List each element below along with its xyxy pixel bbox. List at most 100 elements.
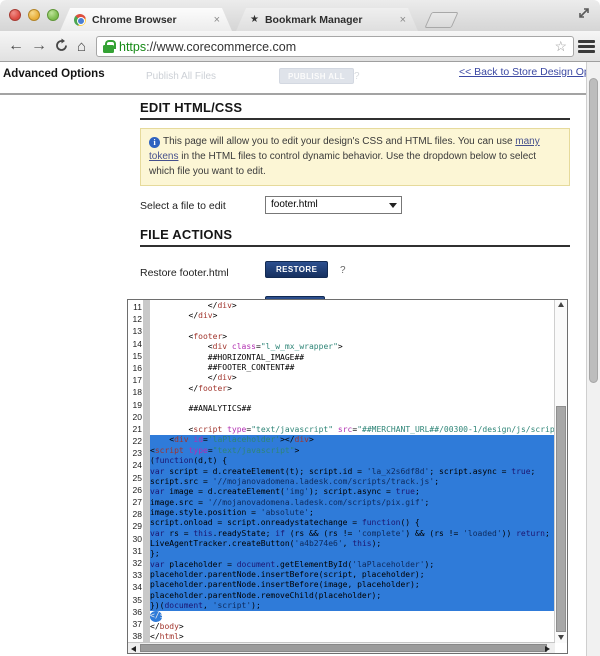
header-divider — [0, 93, 586, 95]
line-number: 34 — [128, 581, 143, 593]
restore-help-icon[interactable]: ? — [340, 265, 346, 276]
line-number: 15 — [128, 350, 143, 362]
page-scroll-thumb[interactable] — [589, 78, 598, 383]
back-icon[interactable]: ← — [8, 34, 24, 58]
editor-horizontal-scrollbar[interactable] — [128, 642, 555, 653]
line-number: 35 — [128, 594, 143, 606]
publish-all-help-icon[interactable]: ? — [354, 71, 360, 82]
forward-icon[interactable]: → — [31, 34, 47, 58]
file-select-value: footer.html — [271, 199, 318, 210]
line-number: 19 — [128, 399, 143, 411]
scroll-down-icon[interactable] — [558, 635, 564, 640]
info-box: iThis page will allow you to edit your d… — [140, 128, 570, 186]
line-number: 13 — [128, 325, 143, 337]
code-line: placeholder.parentNode.insertBefore(imag… — [150, 580, 554, 590]
code-line: ##HORIZONTAL_IMAGE## — [150, 353, 554, 363]
tab-close-icon[interactable]: × — [214, 14, 220, 26]
scroll-up-icon[interactable] — [558, 302, 564, 307]
ssl-lock-icon — [103, 40, 114, 53]
info-text: in the HTML files to control dynamic beh… — [149, 151, 536, 177]
code-line — [150, 394, 554, 404]
code-line — [150, 415, 554, 425]
code-line: var script = d.createElement(t); script.… — [150, 467, 554, 477]
code-editor[interactable]: 1112131415161718192021222324252627282930… — [127, 299, 568, 654]
code-line — [150, 322, 554, 332]
line-number: 21 — [128, 423, 143, 435]
scroll-left-icon[interactable] — [131, 646, 136, 652]
tab-bookmark-manager[interactable]: ★ Bookmark Manager × — [236, 8, 418, 31]
chrome-menu-icon[interactable] — [578, 40, 595, 53]
home-icon[interactable]: ⌂ — [77, 35, 86, 59]
code-line: LiveAgentTracker.createButton('a4b274e6'… — [150, 539, 554, 549]
restore-button[interactable]: RESTORE — [265, 261, 328, 278]
zoom-window-icon[interactable] — [47, 9, 59, 21]
tab-chrome-browser[interactable]: Chrome Browser × — [60, 8, 232, 31]
scroll-right-icon[interactable] — [545, 646, 550, 652]
code-line: ##ANALYTICS## — [150, 404, 554, 414]
browser-window: Chrome Browser × ★ Bookmark Manager × ← … — [0, 0, 600, 656]
close-window-icon[interactable] — [9, 9, 21, 21]
window-controls — [9, 9, 59, 21]
page-scrollbar[interactable] — [586, 62, 600, 656]
bookmark-this-page-icon[interactable]: ☆ — [554, 38, 567, 55]
select-file-label: Select a file to edit — [140, 200, 226, 212]
line-number: 22 — [128, 435, 143, 447]
code-line: var rs = this.readyState; if (rs && (rs … — [150, 529, 554, 539]
chevron-down-icon — [389, 203, 397, 208]
code-line: <script type="text/javascript" src="##ME… — [150, 425, 554, 435]
reload-icon[interactable] — [54, 38, 69, 53]
editor-gutter: 1112131415161718192021222324252627282930… — [128, 301, 143, 643]
page-content: Advanced Options Publish All Files PUBLI… — [0, 62, 600, 656]
chrome-logo-icon — [74, 14, 86, 26]
code-line: image.src = '//mojanovadomena.ladesk.com… — [150, 498, 554, 508]
editor-vertical-scrollbar[interactable] — [554, 300, 567, 643]
line-number: 11 — [128, 301, 143, 313]
line-number: 20 — [128, 411, 143, 423]
code-line: script.onload = script.onreadystatechang… — [150, 518, 554, 528]
titlebar: Chrome Browser × ★ Bookmark Manager × — [0, 0, 600, 31]
vertical-scroll-thumb[interactable] — [556, 406, 566, 632]
line-number: 25 — [128, 472, 143, 484]
code-line: <div id='laPlaceholder'></div> — [150, 435, 554, 445]
line-number: 38 — [128, 630, 143, 642]
line-number: 30 — [128, 533, 143, 545]
line-number: 26 — [128, 484, 143, 496]
line-number: 33 — [128, 569, 143, 581]
back-to-store-design-link[interactable]: << Back to Store Design Options — [459, 66, 600, 78]
line-number: 31 — [128, 545, 143, 557]
code-line: </div> — [150, 301, 554, 311]
editor-code[interactable]: </div> </div> <footer> <div class="l_w_m… — [150, 301, 554, 643]
file-select-dropdown[interactable]: footer.html — [265, 196, 402, 214]
code-line: <footer> — [150, 332, 554, 342]
code-line: </div> — [150, 373, 554, 383]
tab-close-icon[interactable]: × — [400, 14, 406, 26]
fullscreen-icon[interactable] — [576, 5, 592, 21]
editor-gutter-strip — [143, 300, 150, 643]
code-line: (function(d,t) { — [150, 456, 554, 466]
line-number: 24 — [128, 459, 143, 471]
address-bar[interactable]: https://www.corecommerce.com ☆ — [96, 36, 574, 57]
code-line: </body> — [150, 622, 554, 632]
line-number: 17 — [128, 374, 143, 386]
code-line: <div class="l_w_mx_wrapper"> — [150, 342, 554, 352]
line-number: 16 — [128, 362, 143, 374]
line-number: 28 — [128, 508, 143, 520]
line-number: 23 — [128, 447, 143, 459]
code-line: </div> — [150, 311, 554, 321]
code-line: var image = d.createElement('img'); scri… — [150, 487, 554, 497]
info-text: This page will allow you to edit your de… — [163, 136, 515, 147]
new-tab-button[interactable] — [424, 12, 458, 28]
code-line: </footer> — [150, 384, 554, 394]
publish-all-button[interactable]: PUBLISH ALL — [279, 68, 354, 84]
line-number: 36 — [128, 606, 143, 618]
minimize-window-icon[interactable] — [28, 9, 40, 21]
url-scheme: https — [119, 40, 146, 54]
code-line: script.src = '//mojanovadomena.ladesk.co… — [150, 477, 554, 487]
code-line: image.style.position = 'absolute'; — [150, 508, 554, 518]
code-line: <script type="text/javascript"> — [150, 446, 554, 456]
bookmark-star-icon: ★ — [250, 15, 259, 25]
line-number: 14 — [128, 338, 143, 350]
horizontal-scroll-thumb[interactable] — [140, 644, 547, 652]
code-line: placeholder.parentNode.removeChild(place… — [150, 591, 554, 601]
url-text[interactable]: https://www.corecommerce.com — [119, 40, 550, 54]
